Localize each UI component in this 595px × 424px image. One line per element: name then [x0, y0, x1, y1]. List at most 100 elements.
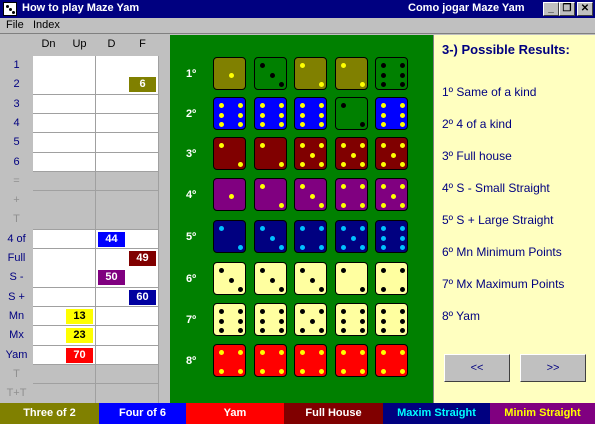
die[interactable] [375, 220, 408, 253]
score-cell[interactable] [96, 191, 128, 211]
menu-index[interactable]: Index [33, 19, 60, 31]
score-cell[interactable] [96, 133, 128, 153]
score-cell[interactable] [33, 133, 65, 153]
die[interactable] [254, 57, 287, 90]
score-cell[interactable] [127, 133, 159, 153]
score-cell[interactable] [33, 229, 65, 250]
score-cell[interactable] [96, 384, 128, 404]
die[interactable] [254, 97, 287, 130]
die[interactable] [213, 178, 246, 211]
previous-page-button[interactable]: << [444, 354, 510, 382]
score-cell[interactable] [96, 56, 128, 76]
menu-file[interactable]: File [6, 19, 24, 31]
score-cell[interactable] [64, 75, 96, 95]
die[interactable] [335, 137, 368, 170]
score-cell[interactable] [64, 171, 96, 192]
score-cell[interactable] [33, 249, 65, 269]
score-cell[interactable] [127, 171, 159, 192]
die[interactable] [375, 178, 408, 211]
die[interactable] [335, 97, 368, 130]
die[interactable] [335, 178, 368, 211]
die[interactable] [294, 137, 327, 170]
score-cell[interactable] [64, 384, 96, 404]
die[interactable] [213, 344, 246, 377]
score-cell[interactable] [96, 306, 128, 327]
score-cell[interactable] [127, 326, 159, 346]
die[interactable] [254, 178, 287, 211]
next-page-button[interactable]: >> [520, 354, 586, 382]
die[interactable] [294, 97, 327, 130]
score-cell[interactable] [96, 326, 128, 346]
score-cell[interactable] [33, 171, 65, 192]
close-button[interactable]: ✕ [577, 2, 593, 16]
die[interactable] [213, 303, 246, 336]
die[interactable] [213, 57, 246, 90]
score-cell[interactable] [33, 306, 65, 327]
die[interactable] [335, 262, 368, 295]
die[interactable] [294, 57, 327, 90]
app-dice-icon[interactable] [3, 2, 17, 16]
score-cell[interactable] [127, 364, 159, 385]
score-cell[interactable] [33, 384, 65, 404]
score-cell[interactable] [96, 210, 128, 230]
score-cell[interactable] [64, 249, 96, 269]
die[interactable] [294, 262, 327, 295]
die[interactable] [254, 344, 287, 377]
score-cell[interactable] [33, 326, 65, 346]
die[interactable] [213, 262, 246, 295]
score-cell[interactable] [64, 287, 96, 308]
die[interactable] [375, 303, 408, 336]
die[interactable] [335, 344, 368, 377]
die[interactable] [213, 97, 246, 130]
score-cell[interactable] [127, 113, 159, 134]
die[interactable] [335, 57, 368, 90]
die[interactable] [375, 57, 408, 90]
score-cell[interactable] [127, 152, 159, 173]
score-cell[interactable] [64, 133, 96, 153]
score-cell[interactable] [127, 191, 159, 211]
score-cell[interactable] [127, 268, 159, 288]
die[interactable] [294, 220, 327, 253]
score-cell[interactable] [64, 113, 96, 134]
score-cell[interactable] [33, 94, 65, 115]
score-cell[interactable] [96, 171, 128, 192]
minimize-button[interactable]: _ [543, 2, 559, 16]
die[interactable] [375, 97, 408, 130]
die[interactable] [335, 303, 368, 336]
score-cell[interactable] [33, 287, 65, 308]
score-cell[interactable] [64, 191, 96, 211]
score-cell[interactable] [96, 364, 128, 385]
die[interactable] [254, 220, 287, 253]
score-cell[interactable] [33, 75, 65, 95]
score-cell[interactable] [64, 364, 96, 385]
score-cell[interactable] [127, 94, 159, 115]
score-cell[interactable] [96, 75, 128, 95]
score-cell[interactable] [96, 113, 128, 134]
score-cell[interactable] [64, 152, 96, 173]
score-cell[interactable] [96, 287, 128, 308]
score-cell[interactable] [96, 94, 128, 115]
score-cell[interactable] [33, 364, 65, 385]
score-cell[interactable] [127, 229, 159, 250]
score-cell[interactable] [33, 152, 65, 173]
die[interactable] [294, 178, 327, 211]
die[interactable] [254, 137, 287, 170]
score-cell[interactable] [33, 210, 65, 230]
score-cell[interactable] [127, 56, 159, 76]
score-cell[interactable] [33, 191, 65, 211]
score-cell[interactable] [96, 345, 128, 366]
die[interactable] [375, 344, 408, 377]
score-cell[interactable] [64, 94, 96, 115]
score-cell[interactable] [127, 306, 159, 327]
die[interactable] [254, 303, 287, 336]
score-cell[interactable] [64, 56, 96, 76]
restore-button[interactable]: ❐ [559, 2, 575, 16]
die[interactable] [213, 137, 246, 170]
score-cell[interactable] [127, 210, 159, 230]
score-cell[interactable] [64, 229, 96, 250]
score-cell[interactable] [33, 113, 65, 134]
score-cell[interactable] [33, 345, 65, 366]
die[interactable] [375, 262, 408, 295]
score-cell[interactable] [96, 152, 128, 173]
die[interactable] [294, 303, 327, 336]
